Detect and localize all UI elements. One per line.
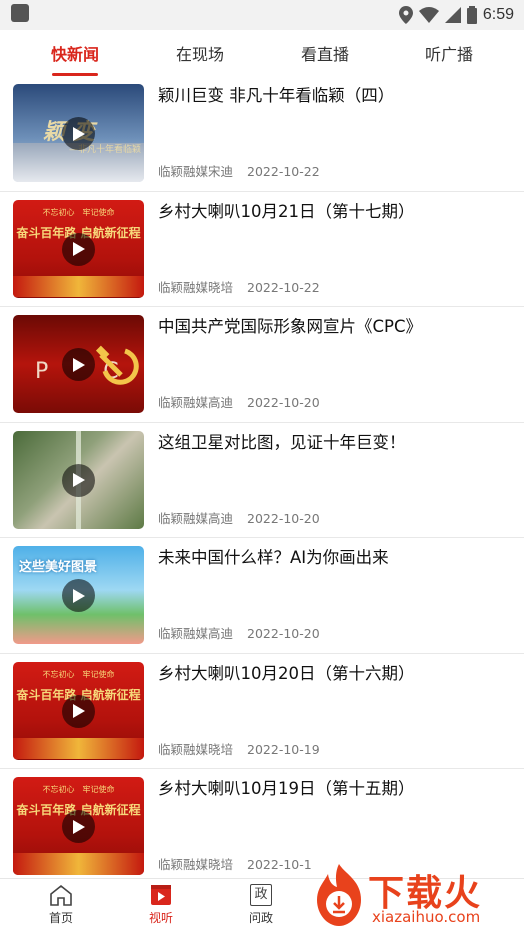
news-source: 临颖融媒高迪 xyxy=(158,510,234,526)
news-meta: 临颖融媒晓培 2022-10-19 xyxy=(158,739,320,758)
battery-icon xyxy=(466,6,477,24)
play-button[interactable] xyxy=(62,463,95,497)
news-source: 临颖融媒晓培 xyxy=(158,857,234,872)
news-title[interactable]: 乡村大喇叭10月21日（第十七期） xyxy=(158,200,508,224)
news-item[interactable]: 奋斗百年路 启航新征程 不忘初心 牢记使命 乡村大喇叭10月20日（第十六期） 临颖融… xyxy=(0,654,524,769)
news-item[interactable]: 这些美好图景 未来中国什么样？AI为你画出来临颖融媒高迪 2022-10-20 xyxy=(0,538,524,654)
news-meta: 临颖融媒晓培 2022-10-22 xyxy=(158,277,320,296)
video-thumbnail[interactable]: 奋斗百年路 启航新征程 不忘初心 牢记使命 xyxy=(13,199,144,298)
play-icon xyxy=(72,473,85,487)
video-thumbnail[interactable]: 这些美好图景 xyxy=(13,546,144,644)
news-date: 2022-10-22 xyxy=(247,164,320,179)
status-time: 6:59 xyxy=(482,6,514,23)
news-source: 临颖融媒晓培 xyxy=(158,279,234,295)
category-tab-bar: 快新闻 在现场 看直播 听广播 xyxy=(0,30,524,76)
play-button[interactable] xyxy=(62,117,95,150)
thumbnail-subcaption: 不忘初心 牢记使命 xyxy=(42,785,115,794)
play-icon xyxy=(72,357,85,372)
news-meta: 临颖融媒高迪 2022-10-20 xyxy=(158,623,320,642)
news-meta: 临颖融媒晓培 2022-10-1 xyxy=(158,854,312,873)
nav-label: 首页 xyxy=(48,911,73,925)
play-button[interactable] xyxy=(62,348,95,381)
news-source: 临颖融媒高迪 xyxy=(158,395,234,410)
politics-icon: 政 xyxy=(248,883,274,907)
tab-quick-news[interactable]: 快新闻 xyxy=(25,30,125,76)
watermark-logo: 下载火 xiazaihuo.com xyxy=(308,860,524,930)
news-date: 2022-10-20 xyxy=(247,395,320,410)
news-date: 2022-10-20 xyxy=(247,510,320,526)
video-thumbnail[interactable]: 颖 变—非凡十年看临颖 xyxy=(13,84,144,182)
watermark-url: xiazaihuo.com xyxy=(372,908,481,926)
nav-item-video[interactable]: 视听 xyxy=(131,883,191,929)
nav-item-home[interactable]: 首页 xyxy=(31,883,91,929)
video-icon xyxy=(148,883,174,907)
nav-item-politics[interactable]: 政 问政 xyxy=(231,883,291,929)
play-button[interactable] xyxy=(62,810,95,843)
signal-icon xyxy=(444,7,461,23)
news-title[interactable]: 乡村大喇叭10月20日（第十六期） xyxy=(158,662,508,686)
home-icon xyxy=(48,883,74,907)
tab-on-site[interactable]: 在现场 xyxy=(150,30,250,76)
nav-label: 问政 xyxy=(248,911,273,925)
news-title[interactable]: 颖川巨变 非凡十年看临颖（四） xyxy=(158,84,508,108)
thumbnail-subcaption: 不忘初心 牢记使命 xyxy=(42,207,115,217)
news-date: 2022-10-1 xyxy=(247,857,312,872)
tab-live[interactable]: 看直播 xyxy=(275,30,375,76)
thumbnail-subcaption: 不忘初心 牢记使命 xyxy=(42,669,115,679)
app-notification-icon xyxy=(11,4,29,22)
news-meta: 临颖融媒高迪 2022-10-20 xyxy=(158,508,320,527)
play-icon xyxy=(72,704,85,718)
news-date: 2022-10-22 xyxy=(247,279,320,295)
play-icon xyxy=(72,126,85,141)
news-title[interactable]: 未来中国什么样？AI为你画出来 xyxy=(158,546,508,570)
hammer-sickle-icon xyxy=(95,345,139,385)
news-source: 临颖融媒宋迪 xyxy=(158,164,234,179)
video-thumbnail[interactable]: 奋斗百年路 启航新征程 不忘初心 牢记使命 xyxy=(13,777,144,875)
status-indicators: 6:59 xyxy=(398,3,514,27)
news-item[interactable]: 奋斗百年路 启航新征程 不忘初心 牢记使命 乡村大喇叭10月21日（第十七期） 临颖融… xyxy=(0,192,524,307)
status-bar: 6:59 xyxy=(0,0,524,30)
play-button[interactable] xyxy=(62,232,95,266)
play-icon xyxy=(72,588,85,603)
news-meta: 临颖融媒宋迪 2022-10-22 xyxy=(158,161,320,180)
play-button[interactable] xyxy=(62,579,95,612)
news-list: 颖 变—非凡十年看临颖颖川巨变 非凡十年看临颖（四） 临颖融媒宋迪 2022-10-… xyxy=(0,76,524,878)
fire-logo-icon xyxy=(317,864,361,926)
video-thumbnail[interactable]: 奋斗百年路 启航新征程 不忘初心 牢记使命 xyxy=(13,661,144,760)
play-icon xyxy=(72,819,85,834)
play-button[interactable] xyxy=(62,694,95,728)
video-thumbnail[interactable]: P C xyxy=(13,315,144,413)
news-source: 临颖融媒高迪 xyxy=(158,626,234,641)
news-title[interactable]: 这组卫星对比图，见证十年巨变！ xyxy=(158,431,508,455)
location-icon xyxy=(398,6,413,24)
news-title[interactable]: 中国共产党国际形象网宣片《CPC》 xyxy=(158,315,508,339)
news-item[interactable]: P C 中国共产党国际形象网宣片《CPC》临颖融媒高迪 2022-10-20 xyxy=(0,307,524,423)
news-item[interactable]: 颖 变—非凡十年看临颖颖川巨变 非凡十年看临颖（四） 临颖融媒宋迪 2022-10-… xyxy=(0,76,524,192)
wifi-icon xyxy=(418,7,439,23)
politics-glyph: 政 xyxy=(250,884,272,906)
news-item[interactable]: 这组卫星对比图，见证十年巨变！ 临颖融媒高迪 2022-10-20 xyxy=(0,423,524,538)
play-icon xyxy=(72,242,85,256)
news-meta: 临颖融媒高迪 2022-10-20 xyxy=(158,392,320,411)
thumbnail-caption: 这些美好图景 xyxy=(19,560,98,575)
news-date: 2022-10-20 xyxy=(247,626,320,641)
news-date: 2022-10-19 xyxy=(247,741,320,757)
news-source: 临颖融媒晓培 xyxy=(158,741,234,757)
tab-radio[interactable]: 听广播 xyxy=(399,30,499,76)
nav-label: 视听 xyxy=(148,911,173,925)
news-title[interactable]: 乡村大喇叭10月19日（第十五期） xyxy=(158,777,508,801)
video-thumbnail[interactable] xyxy=(13,430,144,529)
